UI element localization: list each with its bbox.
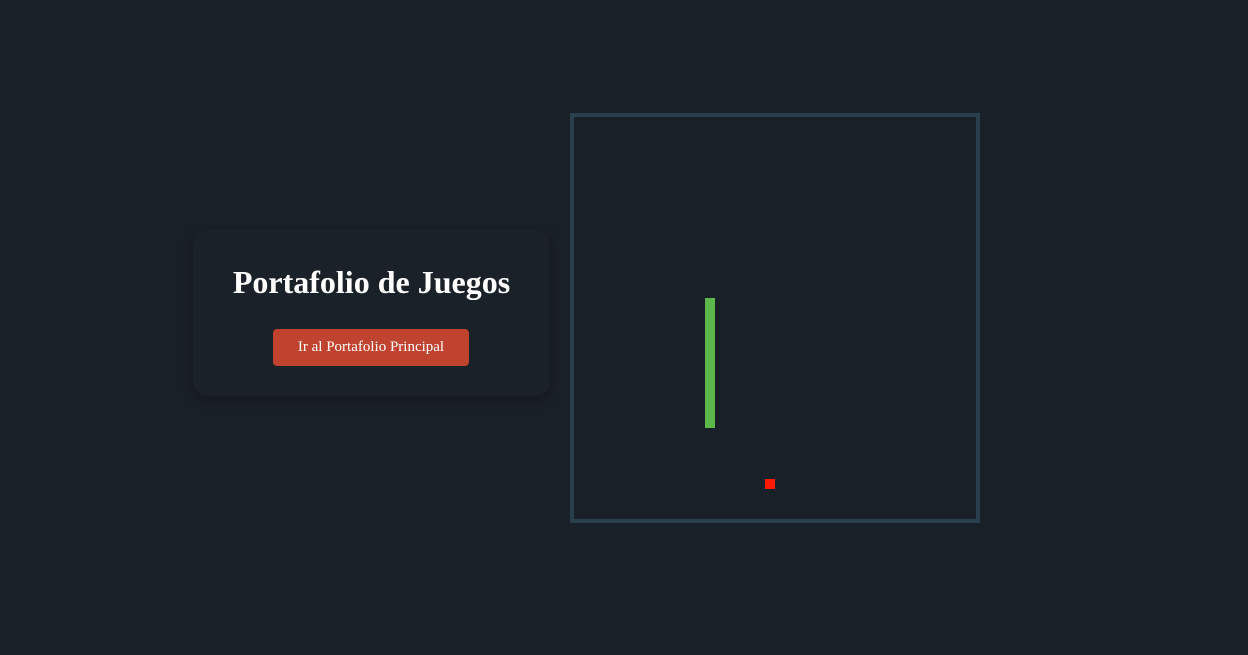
food [765,479,775,489]
snake [705,298,715,428]
page-title: Portafolio de Juegos [232,264,511,300]
portfolio-card: Portafolio de Juegos Ir al Portafolio Pr… [193,230,550,396]
main-portfolio-button[interactable]: Ir al Portafolio Principal [273,329,469,366]
page: Portafolio de Juegos Ir al Portafolio Pr… [0,0,1248,655]
game-board[interactable] [570,113,980,523]
